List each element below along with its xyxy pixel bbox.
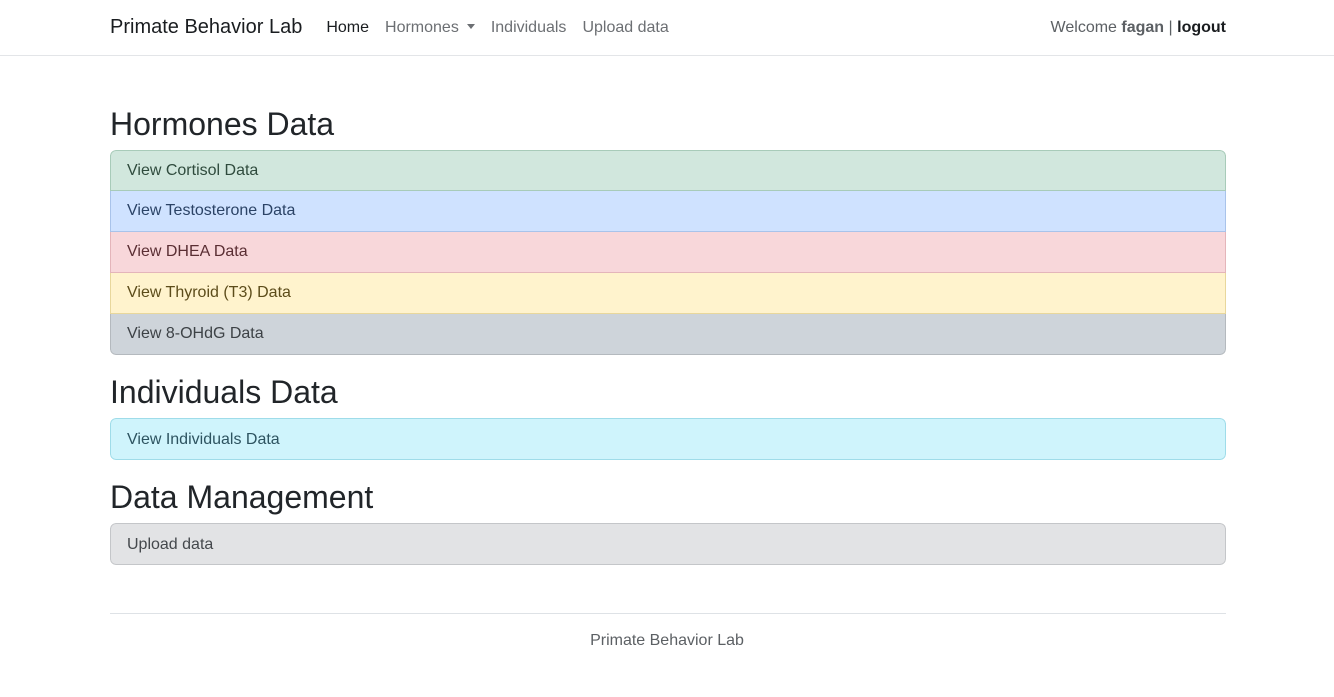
individuals-data-link[interactable]: View Individuals Data bbox=[110, 418, 1226, 460]
footer-divider bbox=[110, 613, 1226, 614]
management-heading: Data Management bbox=[110, 479, 374, 515]
footer-text: Primate Behavior Lab bbox=[590, 632, 744, 649]
navbar-content: Primate Behavior Lab Home Hormones Indiv… bbox=[110, 0, 1226, 55]
separator: | bbox=[1168, 18, 1173, 36]
individuals-heading: Individuals Data bbox=[110, 374, 338, 410]
testosterone-data-link[interactable]: View Testosterone Data bbox=[110, 191, 1226, 232]
user-info: Welcome fagan | logout bbox=[1051, 19, 1226, 37]
main-content: Hormones Data View Cortisol Data View Te… bbox=[110, 56, 1226, 565]
top-navbar: Primate Behavior Lab Home Hormones Indiv… bbox=[0, 0, 1334, 56]
caret-down-icon bbox=[466, 23, 475, 29]
nav-individuals-link[interactable]: Individuals bbox=[491, 19, 567, 37]
cortisol-data-link[interactable]: View Cortisol Data bbox=[110, 150, 1226, 191]
nav-links: Home Hormones Individuals Upload data bbox=[326, 19, 684, 37]
dhea-data-link[interactable]: View DHEA Data bbox=[110, 232, 1226, 273]
welcome-text: Welcome bbox=[1050, 18, 1117, 36]
management-list: Upload data bbox=[110, 523, 1226, 565]
logout-link[interactable]: logout bbox=[1177, 19, 1226, 36]
ohdg-data-link[interactable]: View 8-OHdG Data bbox=[110, 314, 1226, 355]
nav-home-link[interactable]: Home bbox=[326, 19, 369, 37]
hormones-list: View Cortisol Data View Testosterone Dat… bbox=[110, 150, 1226, 355]
brand-link[interactable]: Primate Behavior Lab bbox=[110, 16, 302, 39]
nav-hormones-label: Hormones bbox=[385, 18, 459, 36]
nav-hormones-dropdown[interactable]: Hormones bbox=[385, 19, 475, 37]
individuals-list: View Individuals Data bbox=[110, 418, 1226, 460]
hormones-heading: Hormones Data bbox=[110, 106, 335, 142]
nav-upload-link[interactable]: Upload data bbox=[582, 19, 668, 37]
thyroid-data-link[interactable]: View Thyroid (T3) Data bbox=[110, 273, 1226, 314]
username: fagan bbox=[1121, 18, 1165, 36]
upload-data-link[interactable]: Upload data bbox=[110, 523, 1226, 565]
